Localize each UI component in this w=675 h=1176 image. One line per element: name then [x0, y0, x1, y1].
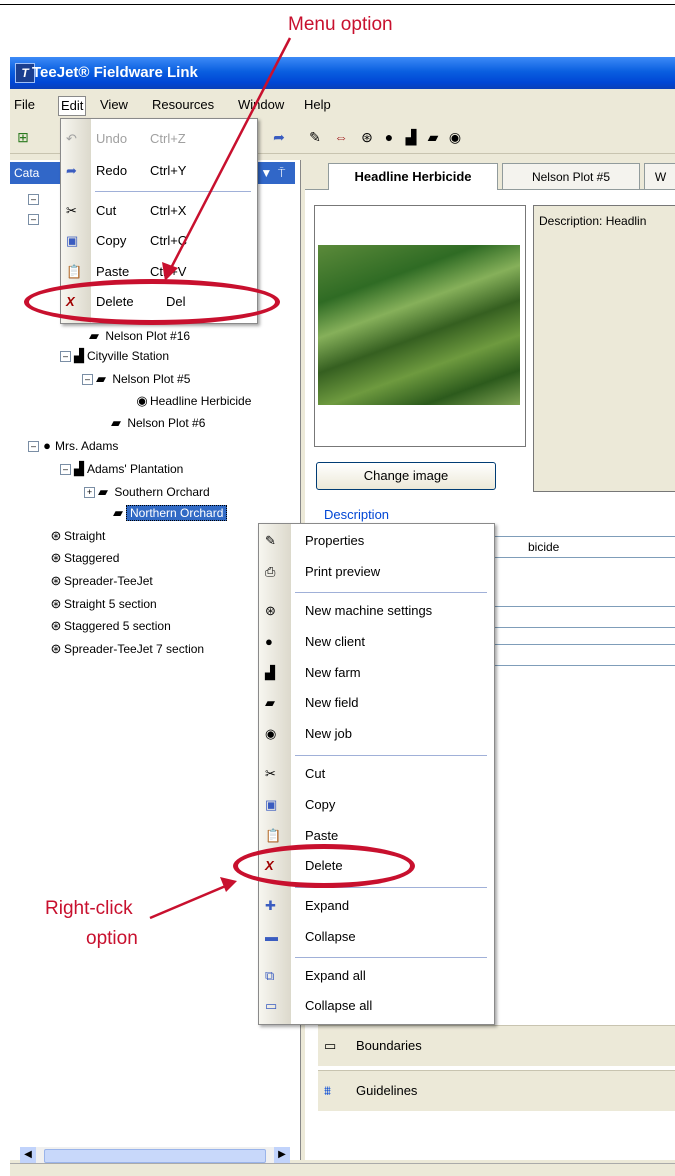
tab-headline-herbicide[interactable]: Headline Herbicide	[328, 163, 498, 190]
right-click-callout-line2: option	[86, 928, 138, 949]
right-click-callout-line1: Right-click	[45, 898, 133, 919]
